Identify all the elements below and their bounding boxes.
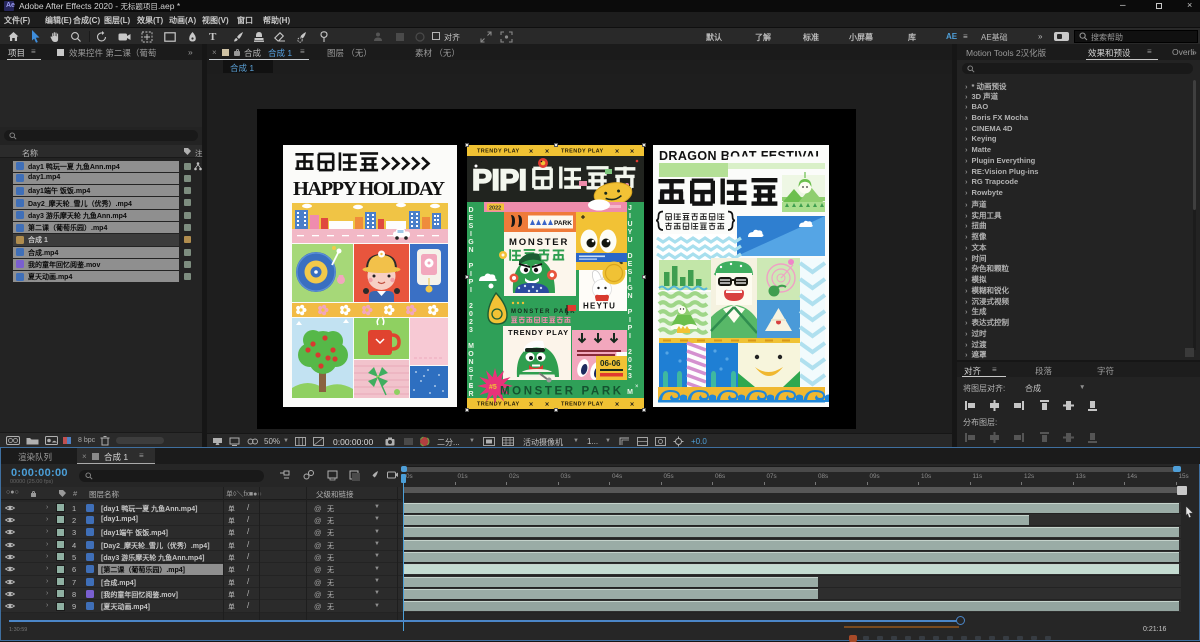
svg-text:PARK: PARK [554, 220, 572, 227]
svg-text:×: × [615, 402, 619, 409]
svg-text:×: × [615, 149, 619, 156]
svg-text:×: × [545, 402, 549, 409]
svg-text:HAPPY HOLIDAY: HAPPY HOLIDAY [293, 178, 445, 200]
svg-text:×: × [529, 149, 533, 156]
svg-text:HEYTU: HEYTU [583, 302, 616, 311]
svg-text:×: × [470, 384, 474, 390]
svg-text:PIPI: PIPI [472, 164, 527, 197]
svg-text:06-06: 06-06 [600, 359, 621, 368]
svg-text:JIUYU DESIGN PIPI 2023 M: JIUYU DESIGN PIPI 2023 M [626, 205, 633, 397]
svg-text:#5: #5 [489, 384, 497, 391]
svg-text:MONSTER PARK: MONSTER PARK [500, 386, 624, 398]
svg-text:TRENDY PLAY: TRENDY PLAY [561, 402, 604, 408]
svg-text:TRENDY PLAY: TRENDY PLAY [477, 149, 520, 155]
svg-text:×: × [529, 402, 533, 409]
svg-text:MONSTER: MONSTER [509, 237, 569, 248]
svg-text:×: × [545, 149, 549, 156]
svg-text:×: × [630, 402, 634, 409]
svg-text:2022: 2022 [489, 206, 501, 212]
svg-text:DESIGN PIPI 2023 MONSTER: DESIGN PIPI 2023 MONSTER [467, 207, 474, 399]
svg-text:TRENDY PLAY: TRENDY PLAY [508, 328, 569, 337]
svg-text:TRENDY PLAY: TRENDY PLAY [561, 149, 604, 155]
svg-text:×: × [635, 384, 639, 390]
svg-text:TRENDY PLAY: TRENDY PLAY [477, 402, 520, 408]
svg-text:×: × [630, 149, 634, 156]
svg-text:MONSTER PARK: MONSTER PARK [511, 309, 576, 315]
